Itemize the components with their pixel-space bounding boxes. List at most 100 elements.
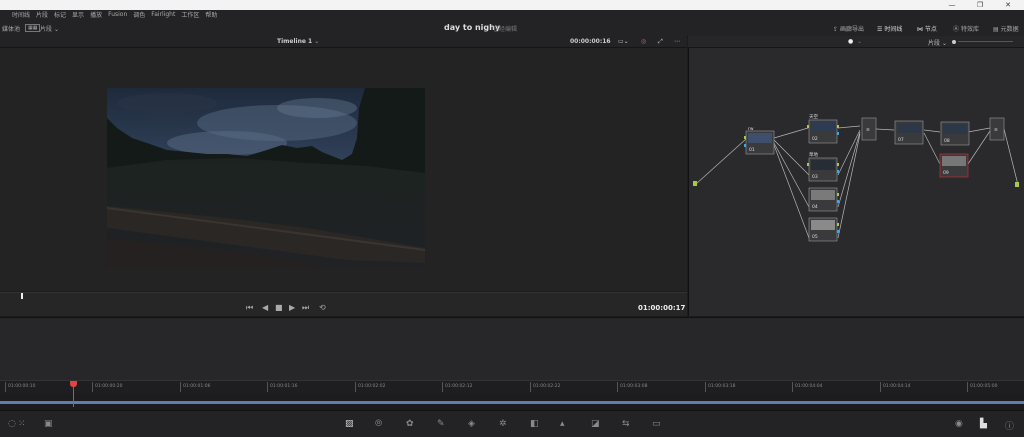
chevron-down-icon: ⌄ xyxy=(314,38,320,45)
timeline-toggle-button[interactable]: ☰ 时间线 xyxy=(877,24,902,33)
node-05: 05 xyxy=(808,217,839,242)
node-03-label: 草地 xyxy=(809,151,818,158)
menu-bar: 时间线 片段 标记 显示 播放 Fusion 调色 Fairlight 工作区 … xyxy=(0,10,1024,19)
chevron-down-icon[interactable]: ⌄ xyxy=(857,38,862,45)
ruler-tick: 01:00:00:20 xyxy=(92,382,122,392)
timeline-toggle-label: 时间线 xyxy=(884,26,903,33)
metadata-icon: ▤ xyxy=(993,26,999,33)
node-01: 01 rw xyxy=(744,126,775,155)
node-01-label: rw xyxy=(748,126,754,132)
menu-item-clip[interactable]: 片段 xyxy=(36,10,48,19)
jump-to-start-icon[interactable]: ⏮ xyxy=(246,303,253,313)
transport-controls: ⏮ ◀ ■ ▶ ⏭ ⟲ 01:00:00:17 xyxy=(0,300,687,316)
camera-raw-icon[interactable]: ⁙ xyxy=(18,419,26,429)
playhead-handle[interactable] xyxy=(70,381,77,387)
ruler-tick: 01:00:04:04 xyxy=(792,382,822,392)
scopes-icon[interactable]: ▙ xyxy=(980,419,987,429)
close-button[interactable]: ✕ xyxy=(996,0,1020,10)
palette-toolbar: ◌ ⁙ ▣ ▨ ⦾ ✿ ✎ ◈ ✲ ◧ ▴ ◪ ⇆ ▭ ◉ ▙ ⓘ xyxy=(0,410,1024,437)
motion-effects-icon[interactable]: ✿ xyxy=(406,419,414,429)
color-match-icon[interactable]: ▣ xyxy=(44,419,53,429)
menu-item-workspace[interactable]: 工作区 xyxy=(181,10,199,19)
play-icon[interactable]: ▶ xyxy=(289,303,295,312)
clip-view-icon[interactable]: ▦▦ xyxy=(25,24,41,32)
stop-icon[interactable]: ■ xyxy=(275,303,283,312)
gallery-export-button[interactable]: ⇪ 画廊导出 xyxy=(833,24,864,33)
sizing-icon[interactable]: ⇆ xyxy=(622,419,630,429)
node-02-label: 天空 xyxy=(809,113,818,120)
export-icon: ⇪ xyxy=(833,26,839,33)
media-pool-button[interactable]: 媒体池 xyxy=(2,24,20,33)
node-mode-dropdown[interactable]: 片段 ⌄ xyxy=(928,38,947,47)
nodes-toggle-label: 节点 xyxy=(924,26,937,33)
node-08-number: 08 xyxy=(944,138,950,144)
lightbox-icon[interactable]: ◉ xyxy=(955,419,963,429)
menu-item-fusion[interactable]: Fusion xyxy=(108,11,127,18)
project-status: 已经编辑 xyxy=(493,26,518,33)
menu-item-timeline[interactable]: 时间线 xyxy=(12,10,30,19)
loop-icon[interactable]: ⟲ xyxy=(319,303,326,312)
ruler-tick: 01:00:03:18 xyxy=(705,382,735,392)
chevron-down-icon: ⌄ xyxy=(53,26,59,33)
minimize-button[interactable]: — xyxy=(940,0,964,10)
ruler-tick: 01:00:02:22 xyxy=(530,382,560,392)
node-graph[interactable]: 01 rw 02 天空 03 草地 04 05 ≡ 07 08 09 ≡ xyxy=(688,48,1024,316)
clip-view-dropdown[interactable]: 片段 ⌄ xyxy=(40,24,59,33)
effects-library-button[interactable]: Ⓐ 特效库 xyxy=(953,24,979,33)
svg-text:≡: ≡ xyxy=(866,128,870,133)
timeline-ruler[interactable]: 01:00:00:10 01:00:00:20 01:00:01:06 01:0… xyxy=(0,380,1024,395)
menu-item-playback[interactable]: 播放 xyxy=(90,10,102,19)
ruler-tick: 01:00:04:14 xyxy=(880,382,910,392)
scrubber-handle[interactable] xyxy=(21,293,23,299)
highlight-icon[interactable]: ◎ xyxy=(641,38,646,45)
key-icon[interactable]: ◪ xyxy=(591,419,600,429)
menu-item-view[interactable]: 显示 xyxy=(72,10,84,19)
ruler-tick: 01:00:02:12 xyxy=(442,382,472,392)
zoom-slider-track[interactable] xyxy=(958,41,1013,42)
top-toolbar: 媒体池 ▦▦ 片段 ⌄ day to nighy 已经编辑 ⇪ 画廊导出 ☰ 时… xyxy=(0,19,1024,37)
graph-input-handle xyxy=(693,181,697,186)
output-mixer-node: ≡ xyxy=(989,117,1005,141)
project-title: day to nighy xyxy=(444,23,501,32)
more-options-icon[interactable]: ⋯ xyxy=(674,38,680,45)
info-icon[interactable]: ⓘ xyxy=(1005,419,1014,432)
color-wheels-icon[interactable]: ◌ xyxy=(8,419,16,429)
fullscreen-icon[interactable]: ⤢ xyxy=(658,38,663,46)
rgb-mixer-icon[interactable]: ⦾ xyxy=(375,419,382,429)
nodes-toggle-button[interactable]: ⋈ 节点 xyxy=(917,24,937,33)
viewer-frame-image xyxy=(107,88,425,267)
graph-output-handle xyxy=(1015,182,1019,187)
nodes-icon: ⋈ xyxy=(917,26,923,33)
metadata-button[interactable]: ▤ 元数据 xyxy=(993,24,1019,33)
window-icon[interactable]: ◈ xyxy=(468,419,475,429)
metadata-label: 元数据 xyxy=(1000,26,1019,33)
viewer-size-icon[interactable]: ▭⌄ xyxy=(618,38,629,45)
node-editor-header: ● ⌄ 片段 ⌄ xyxy=(688,36,1024,48)
chevron-down-icon: ⌄ xyxy=(941,40,947,47)
effects-library-label: 特效库 xyxy=(960,26,979,33)
magic-mask-icon[interactable]: ◧ xyxy=(530,419,539,429)
primaries-icon[interactable]: ▨ xyxy=(345,419,354,429)
timeline-icon: ☰ xyxy=(877,26,883,33)
blur-icon[interactable]: ▴ xyxy=(560,419,565,429)
effects-icon: Ⓐ xyxy=(953,26,960,33)
play-reverse-icon[interactable]: ◀ xyxy=(262,303,268,312)
layer-mixer-node: ≡ xyxy=(861,117,877,141)
3d-icon[interactable]: ▭ xyxy=(652,419,661,429)
maximize-button[interactable]: ❐ xyxy=(968,0,992,10)
qualifier-icon[interactable]: ✎ xyxy=(437,419,445,429)
menu-item-help[interactable]: 帮助 xyxy=(205,10,217,19)
jump-to-end-icon[interactable]: ⏭ xyxy=(302,303,309,313)
viewer-header: Timeline 1 ⌄ 00:00:00:16 ⌄ ▭⌄ ◎ ⤢ ⋯ xyxy=(0,36,687,48)
node-07: 07 xyxy=(894,120,924,145)
timeline-clip[interactable] xyxy=(0,401,1024,404)
tracker-icon[interactable]: ✲ xyxy=(499,419,507,429)
node-04: 04 xyxy=(808,187,839,212)
menu-item-fairlight[interactable]: Fairlight xyxy=(151,11,175,18)
timecode-dropdown-icon[interactable]: ⌄ xyxy=(605,38,610,45)
ruler-tick: 01:00:03:08 xyxy=(617,382,647,392)
timeline-selector[interactable]: Timeline 1 ⌄ xyxy=(277,38,319,45)
menu-item-mark[interactable]: 标记 xyxy=(54,10,66,19)
zoom-slider-knob[interactable] xyxy=(952,40,956,44)
menu-item-color[interactable]: 调色 xyxy=(133,10,145,19)
